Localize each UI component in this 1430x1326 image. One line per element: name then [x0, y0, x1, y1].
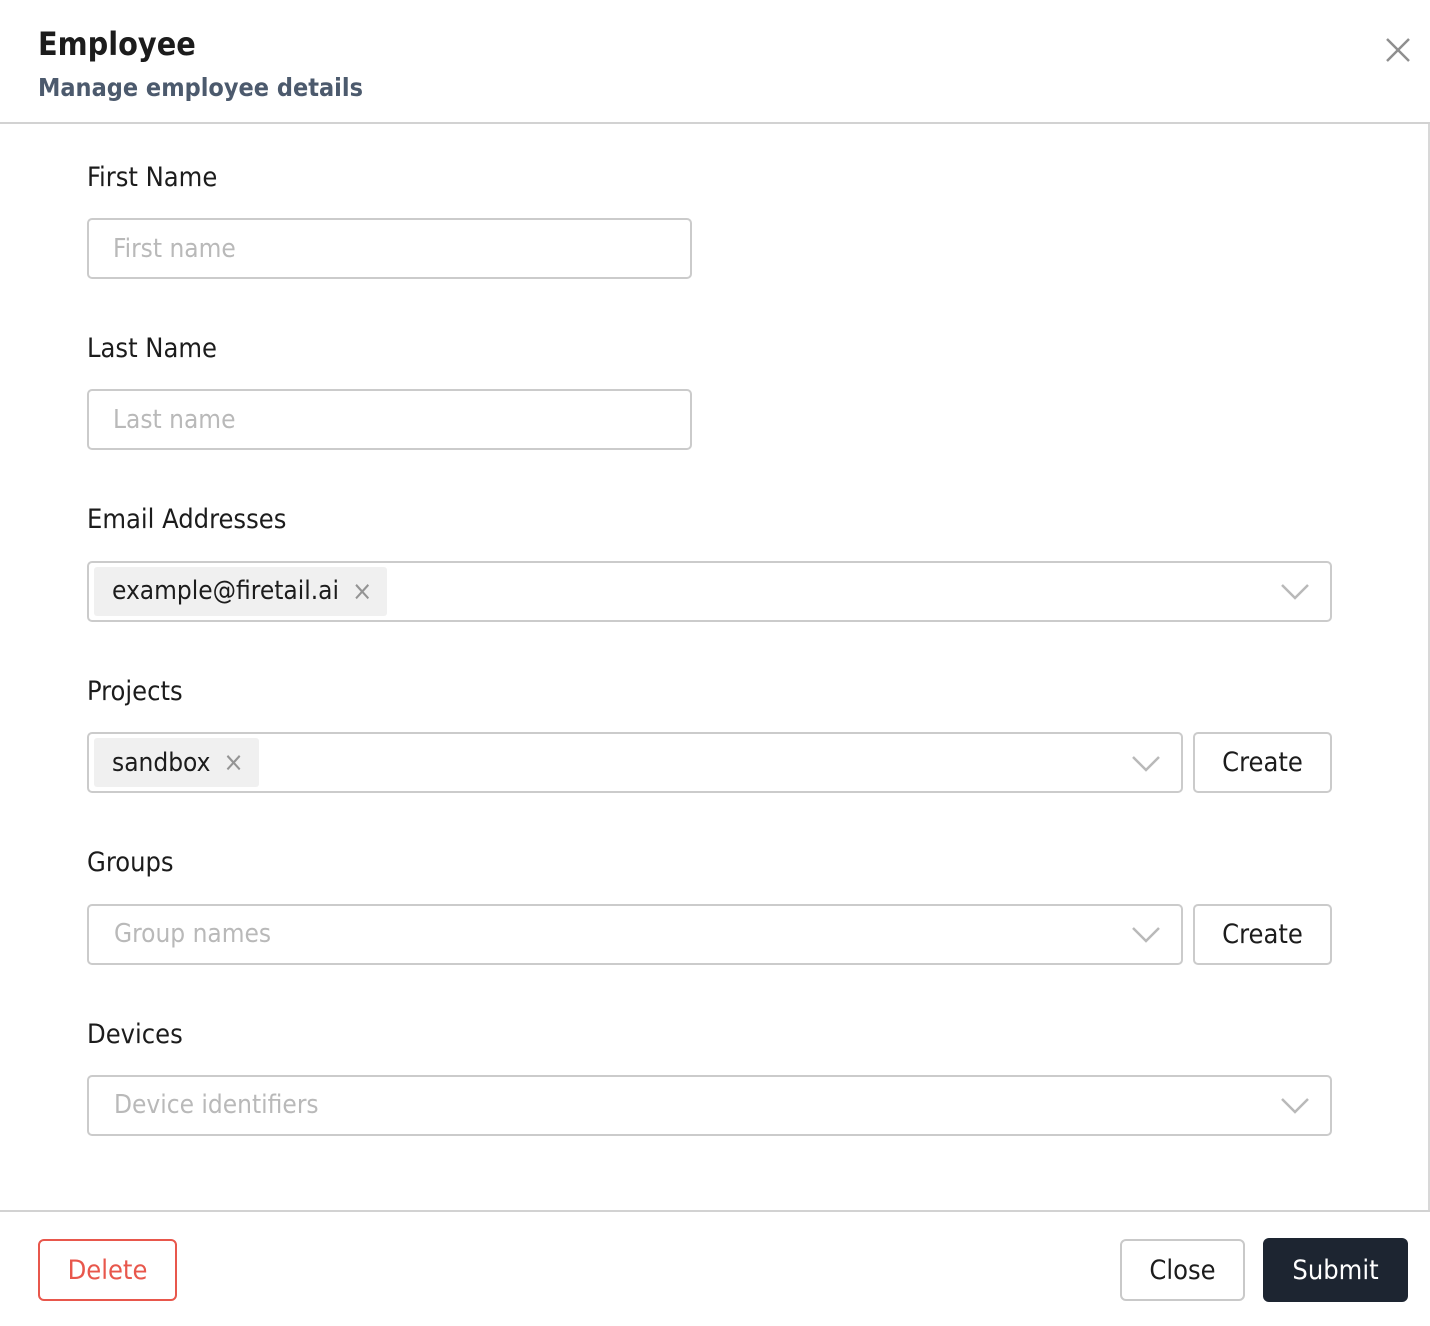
create-group-button[interactable]: Create [1193, 903, 1332, 965]
close-button[interactable]: Close [1120, 1239, 1245, 1301]
last-name-input[interactable] [87, 389, 692, 451]
project-tag: sandbox × [94, 738, 259, 788]
field-devices: Devices [87, 1018, 1332, 1136]
close-icon[interactable] [1374, 26, 1422, 74]
field-last-name: Last Name [87, 333, 1332, 451]
groups-label: Groups [87, 847, 174, 879]
project-tag-label: sandbox [112, 747, 211, 778]
submit-button[interactable]: Submit [1263, 1238, 1408, 1302]
footer-actions: Close Submit [1120, 1238, 1408, 1302]
email-addresses-select[interactable]: example@firetail.ai × [87, 560, 1332, 622]
chevron-down-icon [1281, 584, 1309, 601]
employee-modal: Employee Manage employee details First N… [0, 0, 1430, 1326]
chevron-down-icon [1281, 1098, 1309, 1115]
field-first-name: First Name [87, 161, 1332, 280]
groups-input[interactable] [94, 905, 1123, 963]
modal-body: First Name Last Name Email Addresses exa… [0, 123, 1430, 1210]
field-email-addresses: Email Addresses example@firetail.ai × [87, 504, 1332, 622]
groups-select[interactable] [87, 903, 1183, 965]
projects-select[interactable]: sandbox × [87, 732, 1183, 794]
chevron-down-icon [1132, 755, 1160, 772]
page-subtitle: Manage employee details [38, 72, 363, 102]
delete-button[interactable]: Delete [38, 1239, 177, 1301]
project-tag-remove-icon[interactable]: × [223, 749, 243, 776]
first-name-input[interactable] [87, 218, 692, 280]
last-name-label: Last Name [87, 333, 217, 365]
devices-input[interactable] [94, 1076, 1272, 1134]
field-groups: Groups Create [87, 847, 1332, 965]
create-project-button[interactable]: Create [1193, 732, 1332, 794]
page-title: Employee [38, 25, 196, 63]
devices-select[interactable] [87, 1074, 1332, 1136]
projects-label: Projects [87, 675, 183, 707]
modal-footer: Delete Close Submit [0, 1210, 1430, 1326]
email-tag: example@firetail.ai × [94, 566, 388, 616]
devices-label: Devices [87, 1018, 183, 1050]
email-tag-remove-icon[interactable]: × [352, 578, 372, 605]
field-projects: Projects sandbox × Create [87, 675, 1332, 794]
email-tag-label: example@firetail.ai [112, 576, 339, 607]
modal-header: Employee Manage employee details [0, 0, 1430, 124]
email-addresses-label: Email Addresses [87, 504, 287, 536]
chevron-down-icon [1132, 927, 1160, 943]
first-name-label: First Name [87, 161, 218, 193]
